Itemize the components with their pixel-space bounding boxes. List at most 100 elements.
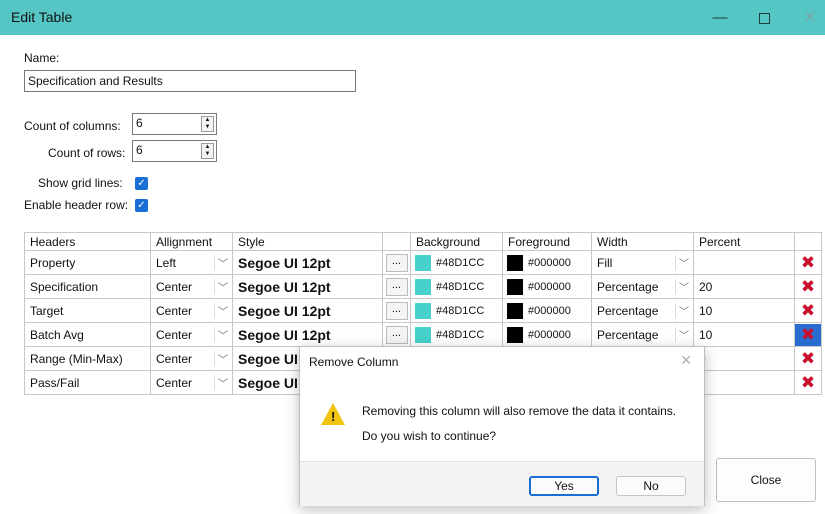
alignment-combo[interactable]: Center ﹀ (151, 351, 232, 366)
chevron-down-icon[interactable]: ﹀ (214, 303, 228, 318)
col-header[interactable]: Headers (24, 232, 151, 251)
col-header[interactable] (794, 232, 822, 251)
style-picker-button[interactable]: ... (385, 253, 408, 272)
grid-lines-checkbox[interactable]: ✓ (135, 177, 148, 190)
delete-row-icon[interactable]: ✖ (795, 276, 821, 298)
close-button[interactable]: Close (716, 458, 816, 502)
rows-spin-arrows[interactable]: ▲ ▼ (201, 143, 214, 159)
delete-row-icon[interactable]: ✖ (795, 300, 821, 322)
foreground-color-cell[interactable]: #000000 (503, 278, 591, 295)
no-button[interactable]: No (616, 476, 686, 496)
style-picker-button[interactable]: ... (385, 277, 408, 296)
table-row[interactable]: Target Center ﹀ Segoe UI 12pt... #48D1CC #000… (24, 298, 822, 323)
chevron-down-icon[interactable]: ﹀ (675, 303, 689, 318)
spin-down-icon[interactable]: ▼ (202, 124, 213, 131)
table-header-row: Headers Allignment Style Background Fore… (24, 232, 822, 251)
width-combo[interactable]: Fill ﹀ (592, 255, 693, 270)
alignment-value: Center (156, 375, 193, 390)
width-combo[interactable]: Percentage ﹀ (592, 303, 693, 318)
dialog-question: Do you wish to continue? (362, 429, 497, 443)
foreground-value: #000000 (528, 280, 571, 293)
maximize-button[interactable] (744, 0, 784, 35)
col-header[interactable]: Background (410, 232, 503, 251)
background-color-cell[interactable]: #48D1CC (411, 302, 502, 319)
col-header[interactable]: Foreground (502, 232, 592, 251)
warning-mark: ! (331, 409, 336, 424)
header-name-cell[interactable]: Property (25, 256, 150, 270)
chevron-down-icon[interactable]: ﹀ (675, 255, 689, 270)
col-header[interactable]: Width (591, 232, 694, 251)
header-row-checkbox[interactable]: ✓ (135, 199, 148, 212)
background-color-cell[interactable]: #48D1CC (411, 278, 502, 295)
percent-cell[interactable]: 10 (694, 328, 794, 342)
style-cell: Segoe UI 12pt (238, 278, 331, 295)
spin-down-icon[interactable]: ▼ (202, 151, 213, 158)
chevron-down-icon[interactable]: ﹀ (675, 327, 689, 342)
delete-row-icon[interactable]: ✖ (795, 323, 821, 346)
foreground-value: #000000 (528, 256, 571, 269)
color-swatch (507, 254, 523, 271)
background-color-cell[interactable]: #48D1CC (411, 254, 502, 271)
alignment-combo[interactable]: Center ﹀ (151, 327, 232, 342)
chevron-down-icon[interactable]: ﹀ (214, 255, 228, 270)
table-row[interactable]: Specification Center ﹀ Segoe UI 12pt... #48D… (24, 274, 822, 299)
alignment-combo[interactable]: Center ﹀ (151, 303, 232, 318)
percent-cell[interactable]: 20 (694, 280, 794, 294)
spin-up-icon[interactable]: ▲ (202, 144, 213, 151)
color-swatch (415, 326, 431, 343)
col-header[interactable] (382, 232, 411, 251)
chevron-down-icon[interactable]: ﹀ (675, 279, 689, 294)
delete-row-icon[interactable]: ✖ (795, 252, 821, 274)
grid-lines-label: Show grid lines: (38, 176, 123, 190)
percent-cell[interactable]: 10 (694, 304, 794, 318)
style-picker-button[interactable]: ... (385, 325, 408, 344)
alignment-combo[interactable]: Center ﹀ (151, 375, 232, 390)
header-row-label: Enable header row: (24, 198, 129, 212)
header-name-cell[interactable]: Range (Min-Max) (25, 352, 150, 366)
width-combo[interactable]: Percentage ﹀ (592, 327, 693, 342)
spin-up-icon[interactable]: ▲ (202, 117, 213, 124)
rows-label: Count of rows: (48, 146, 126, 160)
columns-spin-arrows[interactable]: ▲ ▼ (201, 116, 214, 132)
col-header[interactable]: Percent (693, 232, 795, 251)
style-cell: Segoe UI 12pt (238, 326, 331, 343)
col-header[interactable]: Allignment (150, 232, 233, 251)
style-picker-button[interactable]: ... (385, 301, 408, 320)
width-combo[interactable]: Percentage ﹀ (592, 279, 693, 294)
foreground-color-cell[interactable]: #000000 (503, 326, 591, 343)
background-value: #48D1CC (436, 256, 485, 269)
close-window-button[interactable]: ✕ (790, 0, 825, 35)
header-name-cell[interactable]: Specification (25, 280, 150, 294)
percent-cell[interactable]: 5 (694, 376, 794, 390)
chevron-down-icon[interactable]: ﹀ (214, 327, 228, 342)
foreground-color-cell[interactable]: #000000 (503, 254, 591, 271)
header-name-cell[interactable]: Batch Avg (25, 328, 150, 342)
width-value: Percentage (597, 303, 659, 318)
name-input[interactable]: Specification and Results (24, 70, 356, 92)
chevron-down-icon[interactable]: ﹀ (214, 375, 228, 390)
foreground-color-cell[interactable]: #000000 (503, 302, 591, 319)
col-header[interactable]: Style (232, 232, 383, 251)
background-color-cell[interactable]: #48D1CC (411, 326, 502, 343)
columns-stepper[interactable]: 6 ▲ ▼ (132, 113, 217, 135)
yes-button[interactable]: Yes (529, 476, 599, 496)
table-row[interactable]: Batch Avg Center ﹀ Segoe UI 12pt... #48D1CC #… (24, 322, 822, 347)
minimize-button[interactable]: — (700, 0, 740, 35)
alignment-combo[interactable]: Center ﹀ (151, 279, 232, 294)
delete-row-icon[interactable]: ✖ (795, 348, 821, 370)
table-row[interactable]: Property Left ﹀ Segoe UI 12pt... #48D1CC #000… (24, 250, 822, 275)
delete-row-icon[interactable]: ✖ (795, 372, 821, 394)
alignment-combo[interactable]: Left ﹀ (151, 255, 232, 270)
header-name-cell[interactable]: Target (25, 304, 150, 318)
chevron-down-icon[interactable]: ﹀ (214, 351, 228, 366)
rows-stepper[interactable]: 6 ▲ ▼ (132, 140, 217, 162)
color-swatch (415, 302, 431, 319)
remove-column-dialog: Remove Column ✕ ! Removing this column w… (299, 346, 705, 506)
name-label: Name: (24, 51, 60, 65)
background-value: #48D1CC (436, 304, 485, 317)
width-value: Percentage (597, 327, 659, 342)
header-name-cell[interactable]: Pass/Fail (25, 376, 150, 390)
percent-cell[interactable]: 0 (694, 352, 794, 366)
chevron-down-icon[interactable]: ﹀ (214, 279, 228, 294)
dialog-close-icon[interactable]: ✕ (680, 352, 692, 369)
